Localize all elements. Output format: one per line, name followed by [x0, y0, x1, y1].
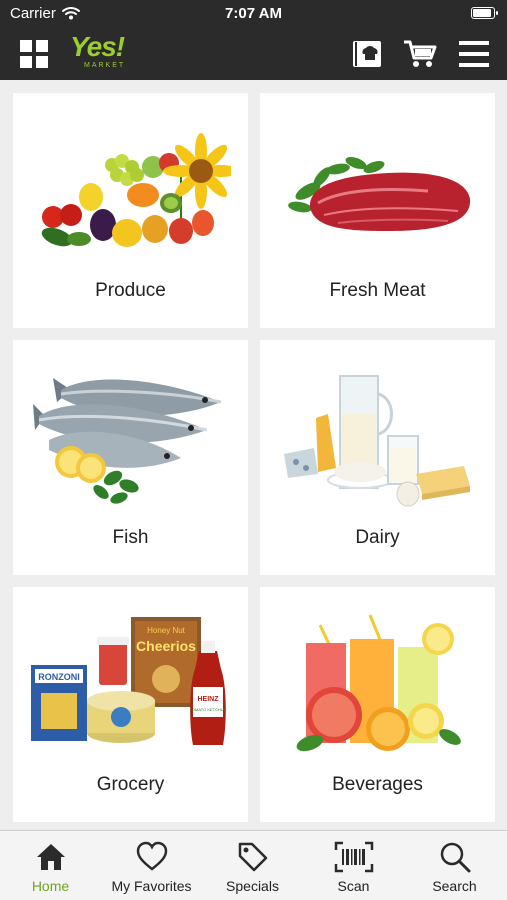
cart-icon	[404, 40, 437, 67]
tab-label: Home	[31, 878, 70, 894]
category-label: Dairy	[355, 527, 400, 548]
tab-bar: Home My Favorites Specials Scan Search	[0, 830, 507, 900]
heinz-text: HEINZ	[198, 696, 220, 703]
tab-my-favorites[interactable]: My Favorites	[101, 831, 202, 900]
tag-icon	[238, 842, 267, 872]
fish-image	[33, 378, 222, 504]
tomato-ketchup-text: TOMATO KETCHUP	[190, 707, 227, 712]
search-icon	[440, 842, 470, 873]
ronzoni-text: RONZONI	[38, 672, 80, 682]
produce-image	[41, 133, 231, 247]
tab-scan[interactable]: Scan	[303, 831, 404, 900]
category-card-fresh-meat[interactable]: Fresh Meat	[260, 93, 495, 328]
category-label: Beverages	[332, 774, 423, 795]
logo-text: Yes!	[70, 31, 125, 62]
status-bar: Carrier 7:07 AM	[0, 0, 507, 28]
category-card-beverages[interactable]: Beverages	[260, 587, 495, 822]
cart-button[interactable]	[401, 35, 439, 73]
category-card-dairy[interactable]: Dairy	[260, 340, 495, 575]
home-icon	[36, 844, 65, 870]
yes-market-logo[interactable]: Yes! MARKET	[70, 32, 132, 74]
grid-icon	[20, 40, 48, 68]
recipe-book-icon	[353, 41, 381, 67]
menu-button[interactable]	[455, 35, 493, 73]
barcode-icon	[334, 841, 373, 873]
honey-nut-text: Honey Nut	[147, 626, 186, 635]
category-label: Fish	[112, 527, 149, 548]
dairy-image	[284, 375, 470, 507]
tab-home[interactable]: Home	[0, 831, 101, 900]
tab-label: Specials	[226, 878, 279, 894]
heart-icon	[136, 841, 167, 871]
tab-search[interactable]: Search	[404, 831, 505, 900]
menu-icon	[459, 41, 489, 67]
category-card-produce[interactable]: Produce	[13, 93, 248, 328]
tab-specials[interactable]: Specials	[202, 831, 303, 900]
fresh-meat-image	[288, 156, 471, 231]
cheerios-text: Cheerios	[136, 638, 196, 654]
tab-label: Scan	[337, 878, 370, 894]
battery-icon	[471, 7, 498, 19]
tab-label: My Favorites	[111, 878, 192, 894]
categories-grid-button[interactable]	[15, 35, 53, 73]
battery-level	[473, 9, 491, 17]
tab-label: Search	[432, 878, 477, 894]
status-time: 7:07 AM	[225, 5, 282, 22]
logo-subtext: MARKET	[84, 62, 126, 69]
category-grid: Produce Fresh Meat Fish Dairy Honey Nut …	[0, 80, 507, 830]
recipes-button[interactable]	[348, 35, 386, 73]
grocery-image: Honey Nut Cheerios RONZONI HEINZ TOMATO …	[31, 617, 227, 745]
category-label: Produce	[95, 280, 166, 301]
category-card-grocery[interactable]: Honey Nut Cheerios RONZONI HEINZ TOMATO …	[13, 587, 248, 822]
category-card-fish[interactable]: Fish	[13, 340, 248, 575]
app-header: Yes! MARKET	[0, 28, 507, 80]
beverages-image	[296, 614, 461, 752]
category-label: Grocery	[96, 774, 165, 795]
category-label: Fresh Meat	[329, 280, 426, 301]
